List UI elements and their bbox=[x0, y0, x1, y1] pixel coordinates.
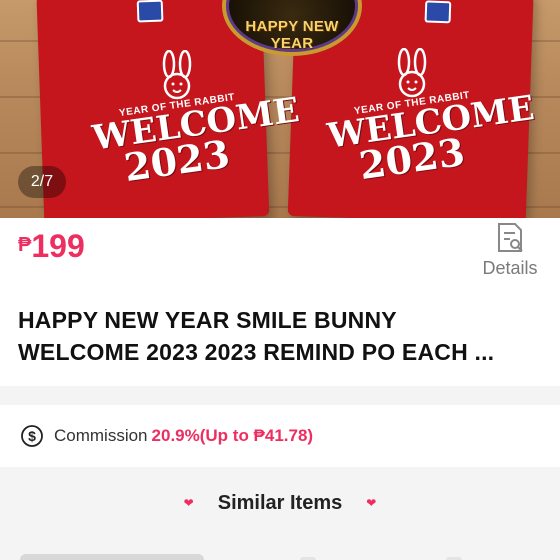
commission-row[interactable]: $ Commission 20.9%(Up to ₱41.78) bbox=[0, 405, 560, 467]
similar-items-label: Similar Items bbox=[217, 491, 343, 514]
heart-icon: ❤ bbox=[183, 496, 194, 510]
product-price: ₱199 bbox=[18, 228, 85, 265]
happy-new-year-badge: HAPPY NEW YEAR bbox=[222, 0, 362, 56]
shirt-print-right: YEAR OF THE RABBIT WELCOME 2023 bbox=[325, 48, 537, 188]
similar-items-header: ❤ Similar Items ❤ bbox=[0, 478, 560, 528]
bunny-icon bbox=[162, 50, 192, 100]
dollar-circle-icon: $ bbox=[21, 425, 43, 447]
commission-label: Commission bbox=[54, 426, 148, 445]
similar-item-card[interactable] bbox=[20, 554, 204, 560]
product-title: HAPPY NEW YEAR SMILE BUNNY WELCOME 2023 … bbox=[18, 304, 548, 368]
product-info-card: ₱199 Details HAPPY NEW YEAR SMILE BUNNY … bbox=[0, 218, 560, 386]
product-image-carousel[interactable]: YEAR OF THE RABBIT WELCOME 2023 YEAR OF … bbox=[0, 0, 560, 218]
svg-text:$: $ bbox=[28, 428, 36, 444]
price-amount: 199 bbox=[31, 228, 85, 264]
currency-symbol: ₱ bbox=[18, 234, 32, 256]
image-page-indicator: 2/7 bbox=[18, 166, 66, 198]
shirt-print-left: YEAR OF THE RABBIT WELCOME 2023 bbox=[90, 50, 302, 190]
details-button[interactable]: Details bbox=[470, 220, 550, 279]
product-title-line2: WELCOME 2023 2023 REMIND PO EACH ... bbox=[18, 339, 495, 365]
product-page: YEAR OF THE RABBIT WELCOME 2023 YEAR OF … bbox=[0, 0, 560, 560]
badge-text: HAPPY NEW YEAR bbox=[245, 18, 339, 52]
bunny-icon bbox=[397, 48, 427, 98]
document-search-icon bbox=[498, 223, 523, 252]
details-label: Details bbox=[482, 258, 538, 278]
heart-icon: ❤ bbox=[366, 496, 377, 510]
commission-value: 20.9%(Up to ₱41.78) bbox=[151, 426, 314, 445]
product-title-line1: HAPPY NEW YEAR SMILE BUNNY bbox=[18, 307, 397, 333]
